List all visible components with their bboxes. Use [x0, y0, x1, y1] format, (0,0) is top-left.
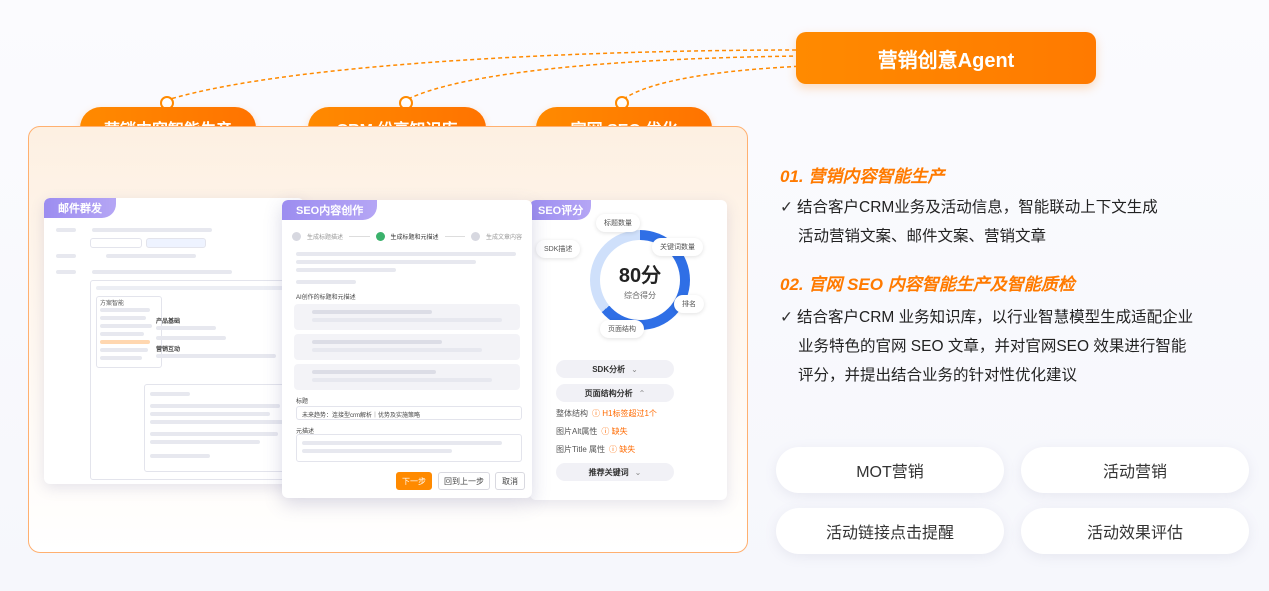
tag-event-marketing: 活动营销 [1021, 447, 1249, 493]
section-2-heading: 02. 官网 SEO 内容智能生产及智能质检 [780, 275, 1075, 294]
chip-keyword-count: 关键词数量 [652, 238, 703, 256]
agent-badge: 营销创意Agent [796, 32, 1096, 84]
mail-detail-heading-1: 产品基础 [156, 319, 181, 325]
sdk-analysis-toggle[interactable]: SDK分析 ⌄ [556, 360, 674, 378]
seo-score-window: SEO评分 80分 综合得分 标题数量 关键词数量 排名 页面结构 SDK描述 … [530, 200, 727, 500]
chip-sdk-description: SDK描述 [536, 240, 581, 258]
seo-option[interactable] [294, 304, 520, 330]
seo-creation-window: SEO内容创作 生成标题描述 生成标题和元描述 生成文章内容 AI创作的标题和元… [282, 200, 532, 498]
tag-mot-marketing: MOT营销 [776, 447, 1004, 493]
seo-option[interactable] [294, 364, 520, 390]
page-structure-analysis-toggle[interactable]: 页面结构分析 ⌃ [556, 384, 674, 402]
chip-ranking: 排名 [674, 295, 704, 313]
section-1-text: ✓ 结合客户CRM业务及活动信息，智能联动上下文生成 活动营销文案、邮件文案、营销… [780, 199, 1158, 245]
seo-steps: 生成标题描述 生成标题和元描述 生成文章内容 [292, 230, 522, 242]
section-1-heading: 01. 营销内容智能生产 [780, 167, 945, 186]
section-2-text: ✓ 结合客户CRM 业务知识库，以行业智慧模型生成适配企业 业务特色的官网 SEO… [780, 309, 1194, 384]
mail-window: 邮件群发 方案智能 产品基础 营销互动 [44, 198, 304, 484]
check-image-title: 图片Title 属性 ⓘ 缺失 [556, 445, 636, 454]
mail-detail-heading-2: 营销互动 [156, 347, 181, 353]
mail-window-tab: 邮件群发 [44, 198, 116, 218]
chip-title-count: 标题数量 [596, 214, 640, 232]
seo-score-tab: SEO评分 [530, 200, 592, 220]
seo-score-label: 综合得分 [624, 291, 656, 300]
recommended-keywords-toggle[interactable]: 推荐关键词 ⌄ [556, 463, 674, 481]
chip-page-structure: 页面结构 [600, 320, 644, 338]
seo-option[interactable] [294, 334, 520, 360]
mail-sidebar-heading: 方案智能 [100, 301, 125, 307]
seo-creation-tab: SEO内容创作 [282, 200, 378, 220]
tag-event-evaluation: 活动效果评估 [1021, 508, 1249, 554]
seo-section-label: AI创作的标题和元描述 [296, 295, 356, 301]
seo-desc-field[interactable] [296, 434, 522, 462]
next-step-button[interactable]: 下一步 [396, 472, 432, 490]
seo-title-label: 标题 [296, 399, 309, 405]
seo-title-field[interactable]: 未来趋势：连接型crm解析｜优势及实施策略 [296, 406, 522, 420]
check-structure: 整体结构 ⓘ H1标签超过1个 [556, 409, 657, 418]
check-image-alt: 图片Alt属性 ⓘ 缺失 [556, 427, 628, 436]
back-step-button[interactable]: 回到上一步 [438, 472, 490, 490]
seo-score-value: 80分 [618, 265, 662, 287]
cancel-button[interactable]: 取消 [495, 472, 525, 490]
tag-link-click-alert: 活动链接点击提醒 [776, 508, 1004, 554]
